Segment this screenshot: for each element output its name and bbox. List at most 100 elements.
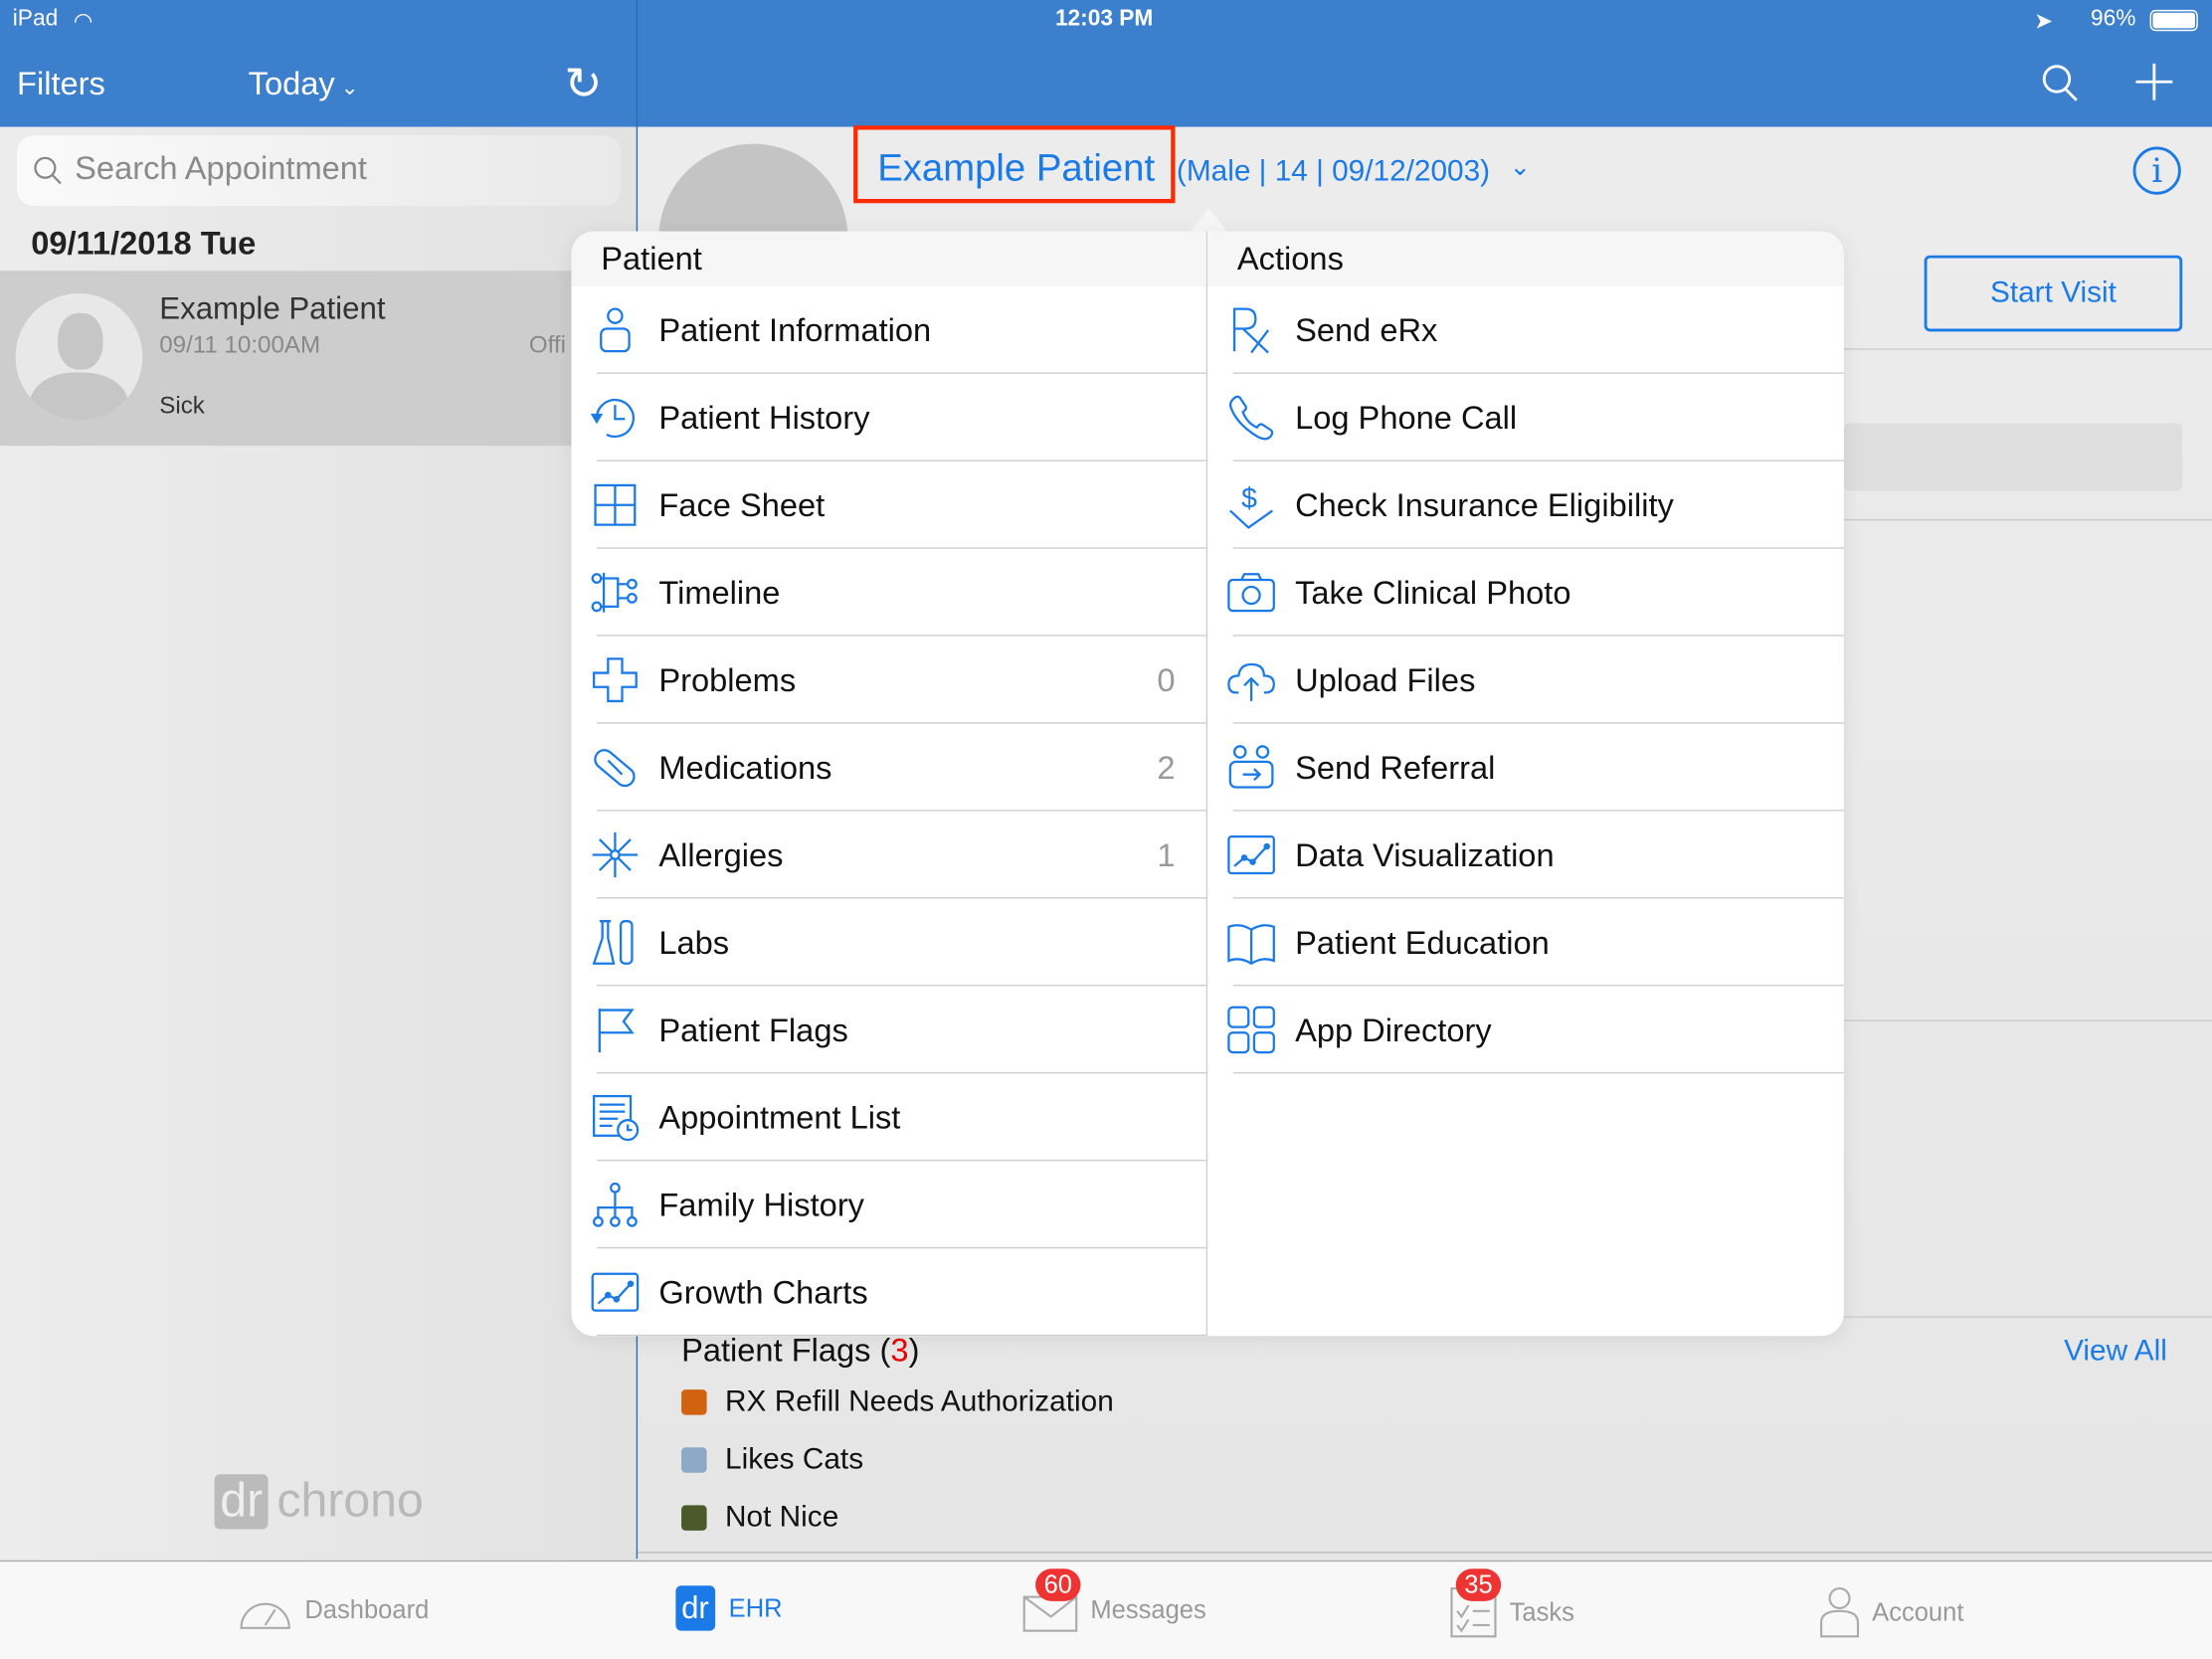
chevron-down-icon: ⌄	[334, 76, 359, 100]
tab-dashboard[interactable]: Dashboard	[237, 1585, 429, 1633]
actions-section-header: Actions	[1207, 231, 1844, 286]
menu-item-label: Labs	[658, 923, 730, 961]
menu-item-app-directory[interactable]: App Directory	[1207, 986, 1844, 1074]
menu-item-patient-information[interactable]: Patient Information	[571, 286, 1206, 374]
menu-item-medications[interactable]: Medications 2	[571, 724, 1206, 812]
divider	[638, 1552, 2212, 1554]
menu-item-timeline[interactable]: Timeline	[571, 549, 1206, 637]
add-icon[interactable]	[2134, 62, 2174, 101]
appointment-row[interactable]: Example Patient 09/11 10:00AM Offi Sick	[0, 271, 637, 447]
flag-item[interactable]: Likes Cats	[681, 1443, 863, 1477]
menu-item-label: Patient Information	[658, 310, 932, 348]
tab-label: Tasks	[1509, 1597, 1574, 1626]
menu-item-label: Patient Flags	[658, 1011, 848, 1048]
filters-button[interactable]: Filters	[17, 65, 105, 102]
info-icon[interactable]: i	[2132, 146, 2181, 195]
start-visit-button[interactable]: Start Visit	[1924, 255, 2183, 332]
menu-item-patient-education[interactable]: Patient Education	[1207, 899, 1844, 987]
dashboard-gauge-icon	[240, 1602, 290, 1629]
menu-item-label: Log Phone Call	[1295, 398, 1518, 436]
tab-account[interactable]: Account	[1818, 1585, 1963, 1639]
flag-icon	[571, 986, 658, 1073]
menu-item-growth-charts[interactable]: Growth Charts	[571, 1248, 1206, 1337]
flag-color-swatch	[681, 1447, 707, 1473]
flag-label: Likes Cats	[725, 1442, 864, 1476]
menu-item-family-history[interactable]: Family History	[571, 1161, 1206, 1249]
search-icon[interactable]	[2040, 64, 2080, 103]
chevron-down-icon[interactable]: ⌄	[1510, 152, 1531, 182]
tab-label: Dashboard	[304, 1594, 430, 1623]
chart-icon	[1207, 812, 1295, 899]
menu-item-upload-files[interactable]: Upload Files	[1207, 637, 1844, 724]
history-icon	[571, 374, 658, 461]
menu-item-label: Data Visualization	[1295, 835, 1555, 873]
menu-item-label: Patient History	[658, 398, 870, 436]
cloud-upload-icon	[1207, 637, 1295, 724]
patient-demographics[interactable]: (Male | 14 | 09/12/2003)	[1177, 155, 1490, 189]
dollar-icon: $	[1207, 461, 1295, 549]
menu-item-label: Growth Charts	[658, 1273, 868, 1310]
menu-item-label: Upload Files	[1295, 660, 1476, 698]
flag-item[interactable]: RX Refill Needs Authorization	[681, 1385, 1114, 1419]
divider	[1843, 518, 2212, 521]
menu-item-label: Family History	[658, 1186, 864, 1223]
search-icon	[34, 156, 62, 185]
date-header: 09/11/2018 Tue	[31, 224, 257, 262]
menu-item-label: Timeline	[658, 573, 781, 611]
actions-column: Actions Send eRx Log Phone Call $ Check Ins…	[1207, 231, 1844, 1337]
menu-item-count: 2	[1157, 748, 1176, 786]
placeholder-bar	[1843, 423, 2183, 491]
tab-messages[interactable]: Messages 60	[1022, 1568, 1206, 1633]
appointment-status: Offi	[528, 331, 566, 359]
rx-icon	[1207, 286, 1295, 374]
divider	[1843, 348, 2212, 350]
menu-item-count: 1	[1157, 835, 1176, 873]
menu-item-label: Medications	[658, 748, 832, 786]
wifi-icon: ◠	[73, 9, 93, 35]
flag-item[interactable]: Not Nice	[681, 1501, 838, 1535]
tab-tasks[interactable]: Tasks 35	[1450, 1568, 1574, 1639]
patient-section-header: Patient	[571, 231, 1206, 286]
patient-name-title[interactable]: Example Patient	[877, 147, 1155, 191]
menu-item-send-referral[interactable]: Send Referral	[1207, 724, 1844, 812]
menu-item-allergies[interactable]: Allergies 1	[571, 812, 1206, 899]
svg-text:$: $	[1241, 483, 1257, 515]
search-placeholder: Search Appointment	[75, 149, 367, 187]
divider	[1843, 1316, 2212, 1318]
menu-item-take-clinical-photo[interactable]: Take Clinical Photo	[1207, 549, 1844, 637]
menu-item-problems[interactable]: Problems 0	[571, 637, 1206, 724]
messages-badge: 60	[1035, 1568, 1081, 1601]
search-appointment-input[interactable]: Search Appointment	[17, 135, 622, 207]
menu-item-appointment-list[interactable]: Appointment List	[571, 1073, 1206, 1162]
tab-ehr[interactable]: dr EHR	[675, 1585, 783, 1631]
menu-item-check-insurance-eligibility[interactable]: $ Check Insurance Eligibility	[1207, 461, 1844, 549]
clock: 12:03 PM	[1054, 7, 1154, 32]
family-tree-icon	[571, 1161, 658, 1248]
menu-item-send-erx[interactable]: Send eRx	[1207, 286, 1844, 374]
timeline-icon	[571, 549, 658, 637]
today-label: Today	[248, 65, 335, 102]
today-dropdown[interactable]: Today ⌄	[249, 65, 359, 102]
menu-item-label: Send eRx	[1295, 310, 1438, 348]
flag-label: Not Nice	[725, 1501, 839, 1534]
flags-title-text: Patient Flags	[681, 1331, 871, 1369]
view-all-link[interactable]: View All	[2064, 1335, 2167, 1369]
menu-item-label: Take Clinical Photo	[1295, 573, 1571, 611]
location-icon: ➤	[2034, 9, 2054, 35]
flag-color-swatch	[681, 1505, 707, 1531]
medical-cross-icon	[571, 637, 658, 724]
menu-item-labs[interactable]: Labs	[571, 899, 1206, 987]
pill-icon	[571, 724, 658, 812]
menu-item-patient-history[interactable]: Patient History	[571, 374, 1206, 461]
menu-item-count: 0	[1157, 660, 1176, 698]
menu-item-label: Face Sheet	[658, 485, 826, 523]
menu-item-log-phone-call[interactable]: Log Phone Call	[1207, 374, 1844, 461]
flag-color-swatch	[681, 1389, 707, 1415]
menu-item-data-visualization[interactable]: Data Visualization	[1207, 812, 1844, 899]
menu-item-label: Appointment List	[658, 1098, 901, 1136]
patient-column: Patient Patient Information Patient Histo…	[571, 231, 1208, 1337]
menu-item-label: App Directory	[1295, 1011, 1492, 1048]
menu-item-patient-flags[interactable]: Patient Flags	[571, 986, 1206, 1074]
refresh-icon[interactable]: ↻	[564, 57, 602, 110]
menu-item-face-sheet[interactable]: Face Sheet	[571, 461, 1206, 549]
